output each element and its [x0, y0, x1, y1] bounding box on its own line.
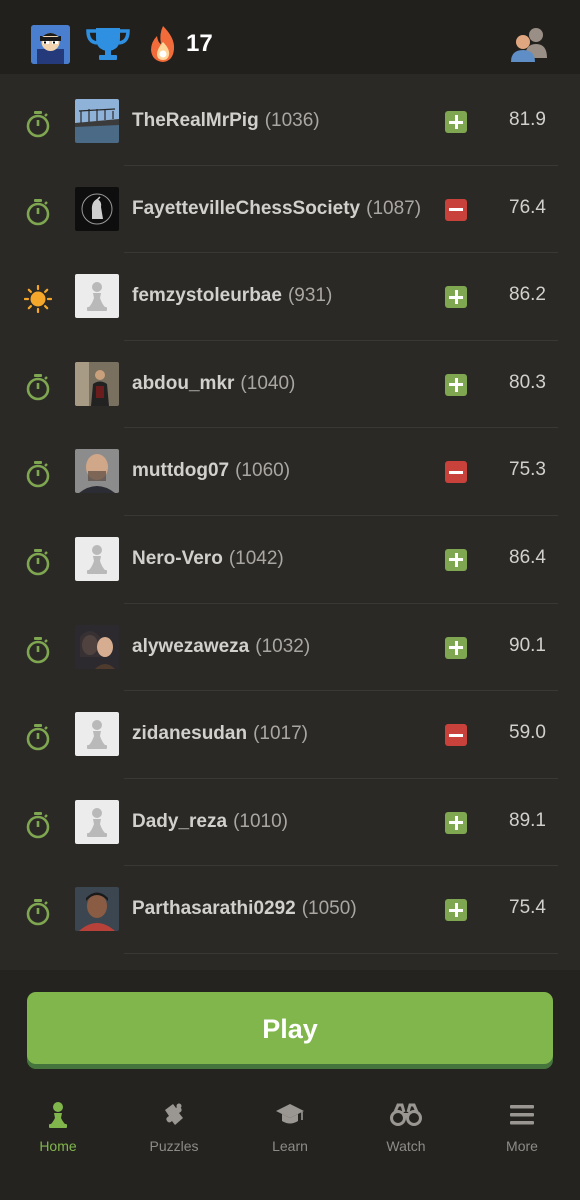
list-item[interactable]: Parthasarathi0292 (1050) 75.4	[0, 866, 580, 954]
bottom-nav: Home Puzzles Learn Watch More	[0, 1094, 580, 1164]
player-name[interactable]: alywezaweza	[132, 636, 249, 657]
puzzle-icon	[165, 1103, 183, 1125]
play-button[interactable]: Play	[27, 992, 553, 1064]
divider	[124, 952, 558, 954]
avatar[interactable]	[75, 99, 119, 143]
avatar[interactable]	[75, 361, 119, 406]
accuracy-value: 80.3	[509, 371, 546, 393]
user-avatar[interactable]	[31, 25, 70, 64]
minus-icon	[445, 724, 467, 747]
minus-icon	[445, 198, 467, 221]
list-item[interactable]: zidanesudan (1017) 59.0	[0, 691, 580, 779]
player-rating: (1042)	[228, 547, 284, 569]
accuracy-value: 89.1	[509, 809, 546, 831]
accuracy-value: 90.1	[509, 634, 546, 656]
accuracy-value: 86.4	[509, 546, 546, 568]
plus-icon	[445, 899, 467, 922]
list-item[interactable]: abdou_mkr (1040) 80.3	[0, 341, 580, 429]
avatar[interactable]	[75, 274, 119, 319]
nav-label: Puzzles	[149, 1138, 199, 1154]
plus-icon	[445, 636, 467, 659]
list-item[interactable]: alywezaweza (1032) 90.1	[0, 604, 580, 692]
nav-item-watch[interactable]: Watch	[348, 1094, 464, 1154]
binoculars-icon	[390, 1103, 422, 1126]
player-name[interactable]: Nero-Vero	[132, 548, 223, 569]
sun-icon	[23, 285, 53, 314]
flame-icon[interactable]	[148, 24, 178, 64]
accuracy-value: 75.3	[509, 459, 546, 481]
accuracy-value: 86.2	[509, 284, 546, 306]
streak-count: 17	[186, 30, 213, 57]
avatar[interactable]	[75, 449, 119, 494]
plus-icon	[445, 286, 467, 309]
player-rating: (1087)	[366, 197, 422, 219]
player-rating: (1060)	[235, 460, 291, 482]
player-name[interactable]: Parthasarathi0292	[132, 898, 296, 919]
graduation-cap-icon	[276, 1104, 304, 1124]
nav-item-home[interactable]: Home	[0, 1094, 116, 1154]
accuracy-value: 75.4	[509, 897, 546, 919]
stopwatch-icon	[24, 198, 52, 226]
plus-icon	[445, 373, 467, 396]
player-name[interactable]: Dady_reza	[132, 811, 227, 832]
avatar[interactable]	[75, 536, 119, 581]
avatar[interactable]	[75, 799, 119, 844]
list-item[interactable]: muttdog07 (1060) 75.3	[0, 428, 580, 516]
stopwatch-icon	[24, 898, 52, 926]
nav-item-more[interactable]: More	[464, 1094, 580, 1154]
pawn-icon	[49, 1102, 67, 1128]
stopwatch-icon	[24, 723, 52, 751]
plus-icon	[445, 111, 467, 133]
top-bar: 17	[0, 0, 580, 74]
nav-label: Learn	[272, 1138, 308, 1154]
accuracy-value: 81.9	[509, 109, 546, 130]
stopwatch-icon	[24, 636, 52, 664]
nav-label: Home	[39, 1138, 77, 1154]
recent-opponents-list: TheRealMrPig (1036) 81.9 FayettevilleChes…	[0, 78, 580, 954]
friends-icon[interactable]	[508, 24, 550, 64]
list-item[interactable]: FayettevilleChessSociety (1087) 76.4	[0, 166, 580, 254]
menu-icon	[510, 1105, 534, 1125]
stopwatch-icon	[24, 373, 52, 401]
player-name[interactable]: FayettevilleChessSociety	[132, 198, 360, 219]
plus-icon	[445, 548, 467, 571]
nav-item-puzzles[interactable]: Puzzles	[116, 1094, 232, 1154]
avatar[interactable]	[75, 712, 119, 757]
stopwatch-icon	[24, 460, 52, 488]
list-item[interactable]: Nero-Vero (1042) 86.4	[0, 516, 580, 604]
player-name[interactable]: zidanesudan	[132, 723, 247, 744]
accuracy-value: 76.4	[509, 196, 546, 218]
avatar[interactable]	[75, 624, 119, 669]
player-rating: (1017)	[253, 723, 308, 745]
player-rating: (1010)	[233, 810, 288, 832]
player-name[interactable]: TheRealMrPig	[132, 110, 259, 131]
player-name[interactable]: abdou_mkr	[132, 373, 234, 394]
player-rating: (1036)	[264, 110, 320, 131]
list-item[interactable]: Dady_reza (1010) 89.1	[0, 779, 580, 867]
stopwatch-icon	[24, 548, 52, 576]
minus-icon	[445, 461, 467, 484]
stopwatch-icon	[24, 110, 52, 138]
player-name[interactable]: femzystoleurbae	[132, 285, 282, 306]
player-rating: (1050)	[301, 898, 357, 920]
nav-label: Watch	[386, 1138, 426, 1154]
player-rating: (1032)	[255, 635, 311, 657]
list-item[interactable]: TheRealMrPig (1036) 81.9	[0, 78, 580, 166]
player-name[interactable]: muttdog07	[132, 460, 229, 481]
accuracy-value: 59.0	[509, 722, 546, 744]
list-item[interactable]: femzystoleurbae (931) 86.2	[0, 253, 580, 341]
stopwatch-icon	[24, 811, 52, 839]
avatar[interactable]	[75, 186, 119, 231]
plus-icon	[445, 811, 467, 834]
trophy-icon[interactable]	[84, 24, 132, 64]
player-rating: (1040)	[240, 372, 296, 394]
nav-item-learn[interactable]: Learn	[232, 1094, 348, 1154]
player-rating: (931)	[287, 285, 333, 307]
avatar[interactable]	[75, 887, 119, 932]
nav-label: More	[506, 1138, 538, 1154]
